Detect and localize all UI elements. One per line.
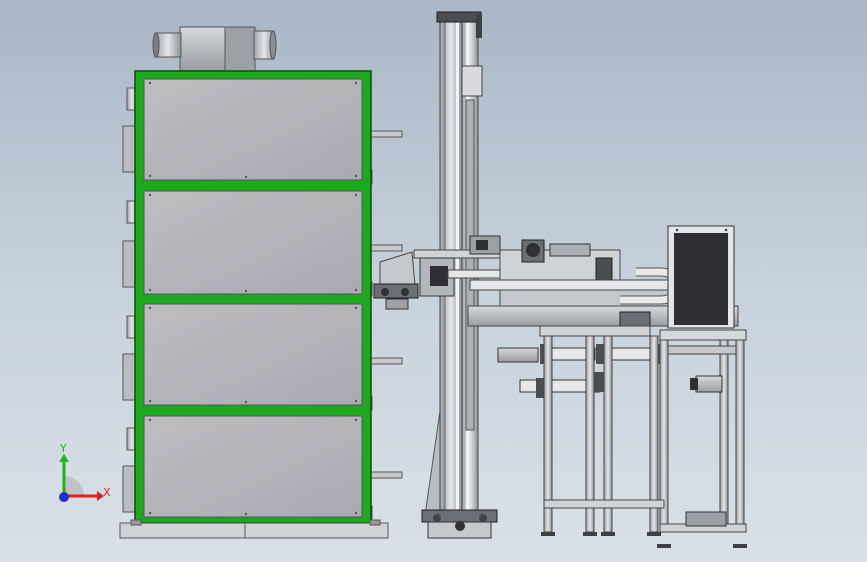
cabinet bbox=[119, 26, 403, 539]
support-frame bbox=[541, 329, 747, 548]
fan-unit bbox=[152, 26, 277, 72]
axis-triad: X Y bbox=[59, 442, 111, 502]
cad-viewport[interactable]: X Y bbox=[0, 0, 867, 562]
z-axis-dot bbox=[59, 492, 69, 502]
hmi-monitor bbox=[667, 225, 735, 329]
assembly-view: X Y bbox=[59, 11, 747, 548]
x-axis-label: X bbox=[103, 486, 111, 499]
y-axis-label: Y bbox=[59, 442, 67, 455]
